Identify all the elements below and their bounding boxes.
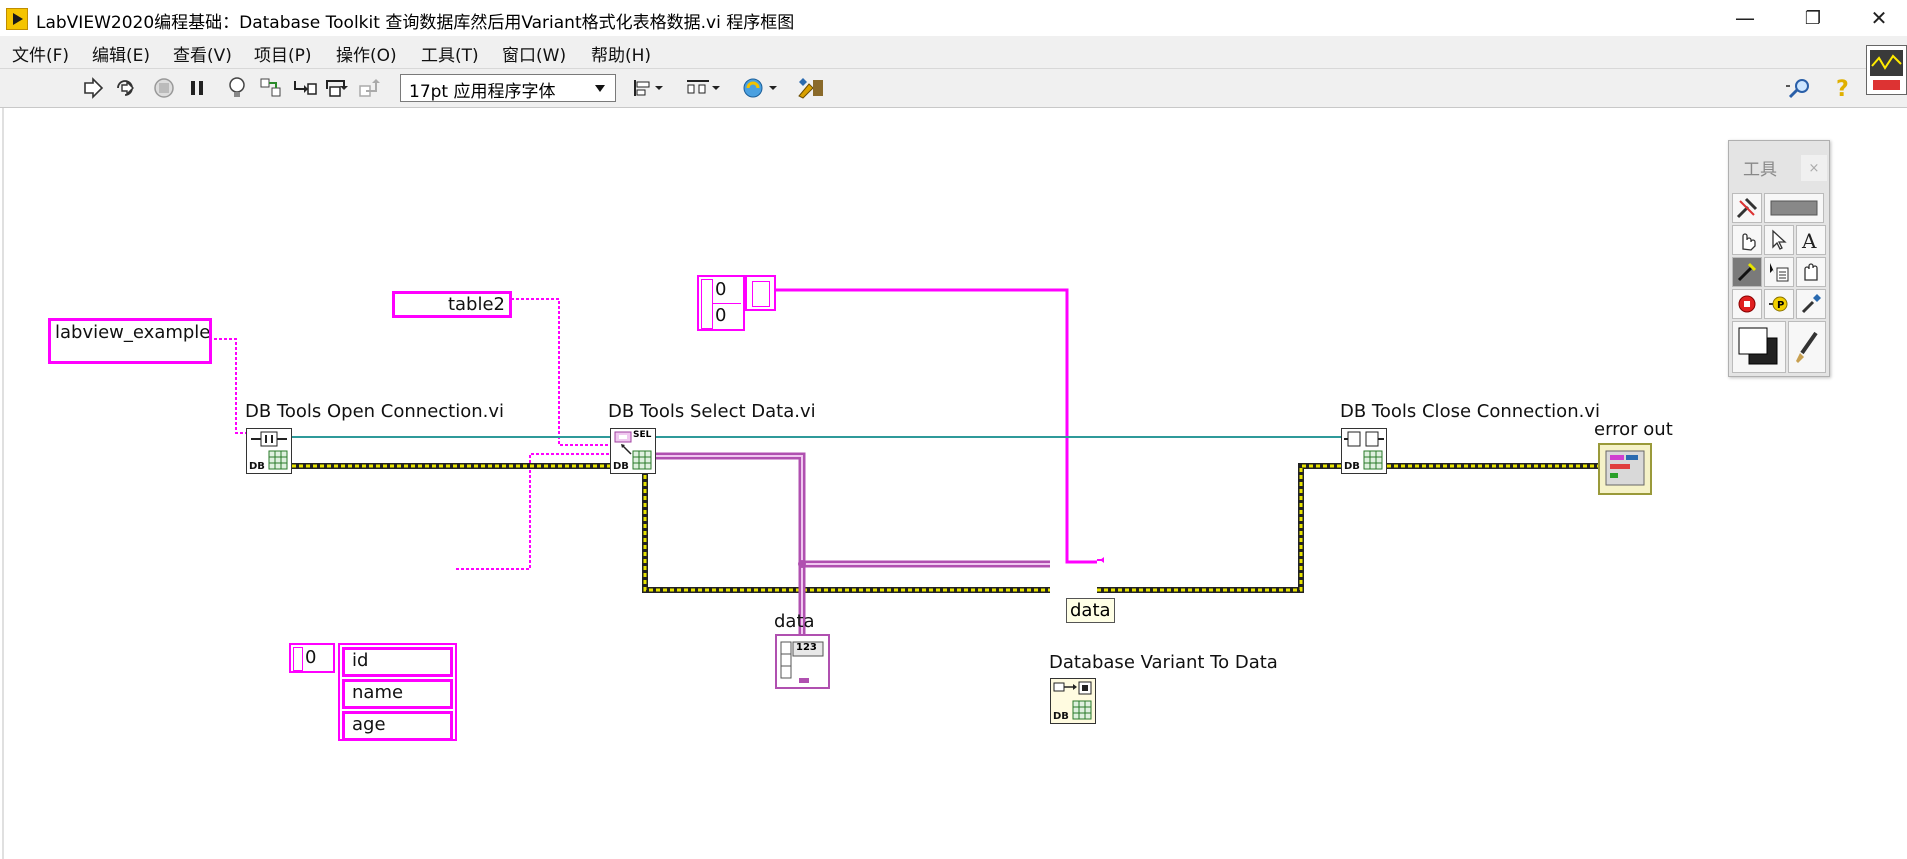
svg-text:P: P (1777, 300, 1784, 311)
close-connection-node[interactable]: DB (1341, 428, 1387, 474)
retain-wire-values-icon[interactable] (258, 75, 284, 101)
variant-to-data-label: Database Variant To Data (1049, 652, 1278, 673)
data-wire-tip: data (1066, 598, 1115, 623)
menu-help[interactable]: 帮助(H) (591, 41, 651, 66)
index-array-element[interactable] (745, 275, 776, 311)
error-out-label: error out (1594, 419, 1673, 440)
index-value-b: 0 (715, 305, 727, 326)
columns-index[interactable]: 0 (289, 643, 335, 673)
pause-icon[interactable] (184, 75, 210, 101)
open-connection-label: DB Tools Open Connection.vi (245, 401, 505, 422)
minimize-button[interactable]: — (1716, 0, 1774, 36)
step-into-icon[interactable] (292, 75, 318, 101)
svg-text:?: ? (1836, 77, 1849, 100)
automatic-tool-indicator-icon[interactable] (1764, 193, 1824, 223)
variant-to-data-node[interactable]: DB (1050, 678, 1096, 724)
menu-project[interactable]: 项目(P) (254, 41, 312, 66)
align-objects-icon[interactable] (630, 75, 666, 101)
connect-wire-icon[interactable] (1732, 257, 1762, 287)
search-icon[interactable] (1782, 75, 1816, 101)
wire-index[interactable] (776, 288, 1097, 564)
column-age[interactable]: age (342, 711, 453, 741)
db-name-constant[interactable]: labview_example (48, 318, 212, 364)
wire-error-3[interactable] (1097, 464, 1341, 592)
set-color-icon[interactable] (1732, 321, 1786, 373)
restore-button[interactable]: ❐ (1784, 0, 1842, 36)
block-diagram-canvas[interactable]: labview_example table2 0 0 0 id name age… (2, 108, 1907, 859)
error-cluster-icon (1605, 450, 1645, 486)
scroll-hand-icon[interactable] (1796, 257, 1826, 287)
window-title: LabVIEW2020编程基础：Database Toolkit 查询数据库然后… (36, 13, 795, 33)
menu-view[interactable]: 查看(V) (173, 41, 232, 66)
highlight-execution-icon[interactable] (224, 75, 250, 101)
title-bar: LabVIEW2020编程基础：Database Toolkit 查询数据库然后… (0, 0, 1907, 36)
shortcut-menu-icon[interactable] (1764, 257, 1794, 287)
menu-operate[interactable]: 操作(O) (336, 41, 397, 66)
position-arrow-icon[interactable] (1764, 225, 1794, 255)
edit-text-icon[interactable]: A (1796, 225, 1826, 255)
open-connection-node[interactable]: DB (246, 428, 292, 474)
step-out-icon[interactable] (356, 75, 382, 101)
table-name-constant[interactable]: table2 (392, 291, 512, 318)
distribute-objects-icon[interactable] (683, 75, 723, 101)
columns-array[interactable]: id name age (338, 643, 457, 741)
context-help-icon[interactable]: ? (1830, 75, 1856, 101)
operate-value-hand-icon[interactable] (1732, 225, 1762, 255)
data-table-indicator[interactable]: 123 (775, 634, 830, 689)
column-id[interactable]: id (342, 647, 453, 677)
color-copy-icon[interactable] (1796, 289, 1826, 319)
reorder-icon[interactable] (740, 75, 780, 101)
wire-table-name[interactable] (511, 298, 610, 446)
labview-app-icon (6, 8, 28, 30)
menu-bar: 文件(F) 编辑(E) 查看(V) 项目(P) 操作(O) 工具(T) 窗口(W… (0, 36, 1907, 69)
tools-palette-close[interactable]: × (1801, 155, 1827, 181)
tools-palette: 工具 × A P (1728, 140, 1830, 377)
svg-text:A: A (1801, 229, 1817, 252)
wire-db-name[interactable] (209, 338, 246, 434)
wire-columns[interactable] (456, 453, 610, 570)
data-indicator-label: data (774, 611, 815, 632)
tools-palette-title: 工具 (1743, 160, 1777, 180)
column-name[interactable]: name (342, 679, 453, 709)
select-data-node[interactable]: SEL DB (610, 428, 656, 474)
run-continuously-icon[interactable] (113, 75, 139, 101)
error-out-indicator[interactable] (1598, 443, 1652, 495)
menu-edit[interactable]: 编辑(E) (92, 41, 150, 66)
vi-icon[interactable] (1866, 45, 1907, 95)
index-value-a: 0 (715, 279, 727, 300)
run-arrow-icon[interactable] (80, 75, 106, 101)
step-over-icon[interactable] (324, 75, 350, 101)
menu-file[interactable]: 文件(F) (12, 41, 69, 66)
abort-icon[interactable] (151, 75, 177, 101)
index-array-constant[interactable]: 0 0 (697, 275, 745, 331)
font-select[interactable]: 17pt 应用程序字体 (400, 74, 616, 102)
automatic-tool-icon[interactable] (1732, 193, 1762, 223)
breakpoint-icon[interactable] (1732, 289, 1762, 319)
wire-variant-1[interactable] (656, 455, 803, 636)
close-connection-label: DB Tools Close Connection.vi (1340, 401, 1600, 422)
select-data-label: DB Tools Select Data.vi (608, 401, 816, 422)
probe-icon[interactable]: P (1764, 289, 1794, 319)
close-button[interactable]: ✕ (1850, 0, 1907, 36)
paint-brush-icon[interactable] (1788, 321, 1826, 373)
menu-tools[interactable]: 工具(T) (421, 41, 479, 66)
wire-error-2[interactable] (643, 468, 1050, 592)
menu-window[interactable]: 窗口(W) (502, 41, 566, 66)
cleanup-diagram-icon[interactable] (794, 75, 828, 101)
toolbar: 17pt 应用程序字体 ? (0, 69, 1907, 108)
